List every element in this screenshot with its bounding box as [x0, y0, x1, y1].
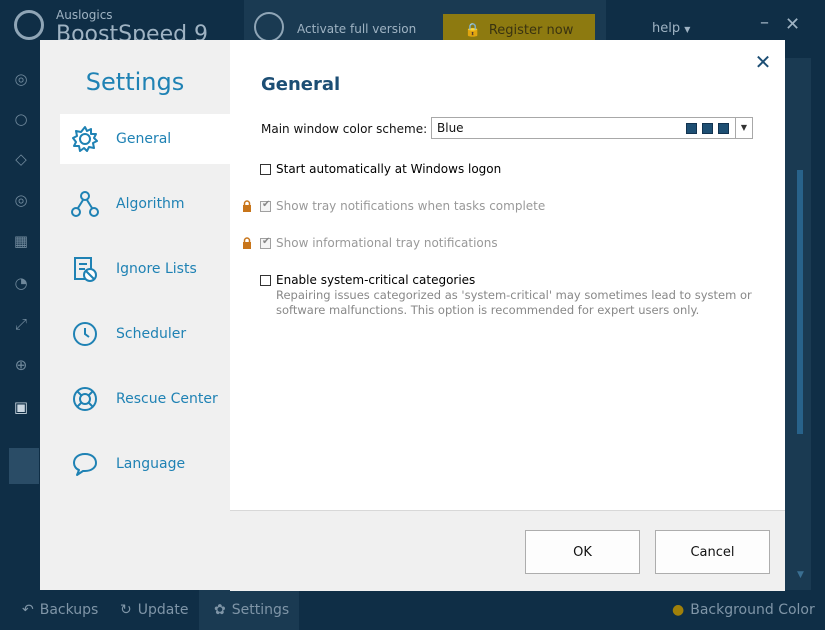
- nav-item-ignore-lists[interactable]: Ignore Lists: [60, 244, 230, 294]
- tray-tasks-label: Show tray notifications when tasks compl…: [276, 199, 546, 213]
- system-critical-description: Repairing issues categorized as 'system-…: [276, 288, 752, 317]
- backups-label: Backups: [39, 602, 99, 618]
- start-auto-label: Start automatically at Windows logon: [276, 162, 502, 176]
- back-arrow-icon: ↶: [22, 602, 34, 618]
- window-close-button[interactable]: ✕: [785, 14, 800, 35]
- search-icon[interactable]: ○: [12, 110, 30, 128]
- nav-label-rescue-center: Rescue Center: [116, 391, 218, 407]
- dialog-close-button[interactable]: ✕: [753, 50, 773, 74]
- lock-icon: [243, 200, 251, 212]
- color-dot-icon: ●: [672, 602, 685, 618]
- rail-active-highlight: [9, 448, 39, 484]
- nav-label-ignore-lists: Ignore Lists: [116, 261, 197, 277]
- toolbox-icon[interactable]: ▣: [12, 398, 30, 416]
- settings-dialog: Settings General Algorithm Ignore Lists …: [40, 40, 785, 591]
- refresh-icon: ↻: [120, 602, 132, 618]
- chevron-down-icon[interactable]: ▼: [735, 118, 752, 138]
- tray-tasks-checkbox: ✔: [260, 199, 271, 212]
- nav-item-rescue-center[interactable]: Rescue Center: [60, 374, 230, 424]
- scroll-down-icon[interactable]: ▼: [797, 570, 804, 580]
- globe-icon[interactable]: ⊕: [12, 356, 30, 374]
- gear-icon: ✿: [214, 602, 226, 618]
- color-scheme-select[interactable]: Blue ▼: [431, 117, 753, 139]
- help-label: help: [652, 21, 681, 36]
- system-critical-label: Enable system-critical categories: [276, 273, 476, 287]
- color-swatch: [702, 123, 713, 134]
- settings-nav: Settings General Algorithm Ignore Lists …: [40, 40, 230, 590]
- tray-info-checkbox: ✔: [260, 236, 271, 249]
- gear-icon: [68, 122, 102, 156]
- ignore-list-icon: [68, 252, 102, 286]
- lock-icon: 🔒: [464, 22, 481, 38]
- tray-info-label: Show informational tray notifications: [276, 236, 498, 250]
- speed-icon[interactable]: ◔: [12, 274, 30, 292]
- backups-button[interactable]: ↶ Backups: [22, 602, 98, 618]
- algorithm-icon: [68, 187, 102, 221]
- settings-label: Settings: [231, 602, 290, 618]
- register-label: Register now: [488, 22, 574, 38]
- lifebuoy-icon: [68, 382, 102, 416]
- color-scheme-label: Main window color scheme:: [261, 122, 428, 136]
- dialog-footer: OK Cancel: [230, 510, 785, 591]
- settings-content: General Main window color scheme: Blue ▼…: [230, 40, 785, 510]
- brand-vendor: Auslogics: [56, 8, 113, 22]
- lock-icon: [243, 237, 251, 249]
- check-icon[interactable]: ◎: [12, 191, 30, 209]
- help-menu[interactable]: help ▼: [652, 21, 690, 36]
- tray-info-option: ✔ Show informational tray notifications: [260, 236, 498, 250]
- clock-icon: [68, 317, 102, 351]
- scrollbar-thumb[interactable]: [797, 170, 803, 434]
- system-critical-checkbox[interactable]: [260, 275, 271, 286]
- speech-bubble-icon: [68, 447, 102, 481]
- side-rail: ◎ ○ ◇ ◎ ▦ ◔ ⤢ ⊕ ▣: [0, 58, 40, 590]
- nav-label-general: General: [116, 131, 172, 147]
- color-swatch: [718, 123, 729, 134]
- nav-item-algorithm[interactable]: Algorithm: [60, 179, 230, 229]
- update-label: Update: [137, 602, 189, 618]
- start-auto-option[interactable]: Start automatically at Windows logon: [260, 162, 501, 176]
- start-auto-checkbox[interactable]: [260, 164, 271, 175]
- nav-item-scheduler[interactable]: Scheduler: [60, 309, 230, 359]
- nav-label-algorithm: Algorithm: [116, 196, 185, 212]
- windows-icon[interactable]: ▦: [12, 232, 30, 250]
- tweak-icon[interactable]: ⤢: [12, 315, 30, 333]
- shield-icon[interactable]: ◇: [12, 150, 30, 168]
- ok-button[interactable]: OK: [525, 530, 640, 574]
- settings-bottom-button[interactable]: ✿ Settings: [214, 602, 289, 618]
- background-color-label: Background Color: [690, 602, 815, 618]
- cancel-button[interactable]: Cancel: [655, 530, 770, 574]
- section-title: General: [261, 74, 341, 95]
- chevron-down-icon: ▼: [684, 25, 691, 34]
- tray-tasks-option: ✔ Show tray notifications when tasks com…: [260, 199, 545, 213]
- dashboard-icon[interactable]: ◎: [12, 70, 30, 88]
- nav-item-general[interactable]: General: [60, 114, 230, 164]
- activate-link[interactable]: Activate full version: [297, 22, 416, 36]
- stopwatch-logo-icon: [14, 10, 44, 40]
- system-critical-option[interactable]: Enable system-critical categories: [260, 273, 475, 287]
- key-icon: [254, 12, 284, 42]
- nav-item-language[interactable]: Language: [60, 439, 230, 489]
- color-swatch: [686, 123, 697, 134]
- minimize-button[interactable]: –: [760, 12, 769, 33]
- background-color-button[interactable]: ● Background Color: [672, 602, 815, 618]
- update-button[interactable]: ↻ Update: [120, 602, 188, 618]
- nav-label-scheduler: Scheduler: [116, 326, 187, 342]
- nav-label-language: Language: [116, 456, 186, 472]
- nav-title: Settings: [85, 68, 185, 96]
- color-scheme-value: Blue: [437, 121, 464, 135]
